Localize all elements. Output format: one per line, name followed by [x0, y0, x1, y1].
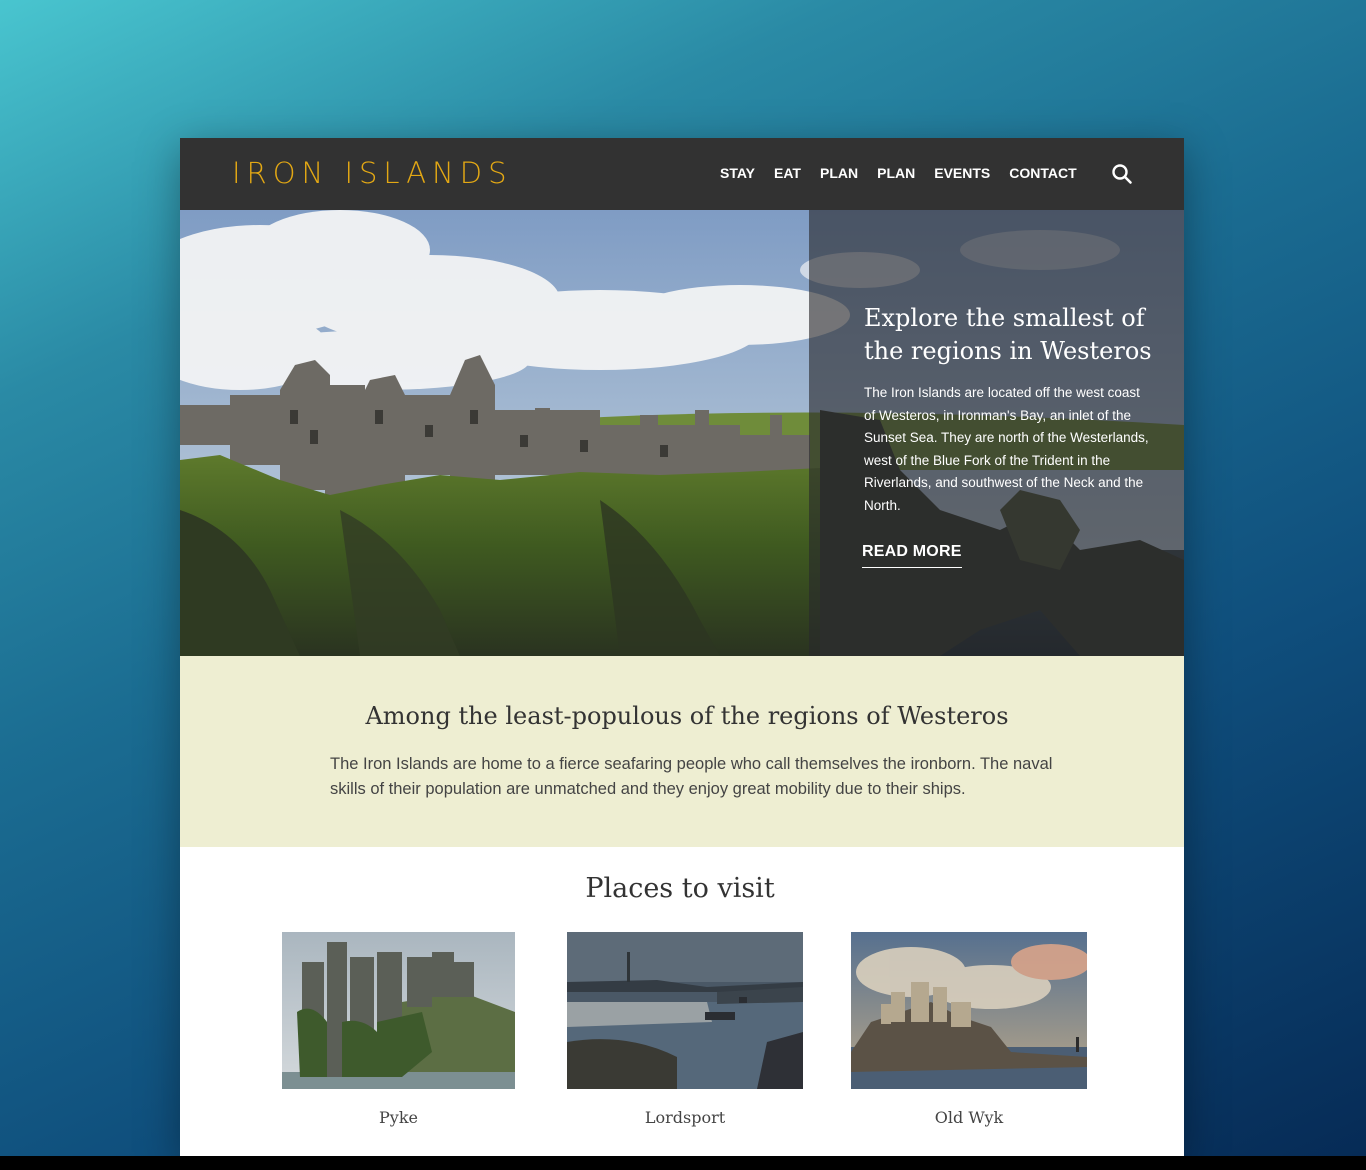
nav-item-contact[interactable]: CONTACT	[1009, 164, 1076, 182]
place-name: Lordsport	[644, 1108, 726, 1127]
bottom-bar	[0, 1156, 1366, 1170]
read-more-link[interactable]: READ MORE	[862, 543, 962, 568]
intro-text: The Iron Islands are home to a fierce se…	[330, 755, 1053, 798]
main-nav: STAY EAT PLAN PLAN EVENTS CONTACT	[720, 164, 1096, 182]
intro-section: Among the least-populous of the regions …	[180, 656, 1184, 847]
site-header: IRON ISLANDS STAY EAT PLAN PLAN EVENTS C…	[180, 138, 1184, 210]
nav-item-events[interactable]: EVENTS	[934, 164, 990, 182]
places-title: Places to visit	[585, 873, 775, 904]
hero-title: Explore the smallest of the regions in W…	[864, 304, 1152, 365]
site-logo[interactable]: IRON ISLANDS	[232, 156, 513, 190]
places-section: Places to visit Pyke Lordsport Old Wyk	[180, 847, 1184, 1156]
lordsport-image	[567, 932, 803, 1089]
nav-item-plan-2[interactable]: PLAN	[877, 164, 915, 182]
search-icon[interactable]	[1110, 162, 1134, 186]
hero-section: Explore the smallest of the regions in W…	[180, 210, 1184, 656]
intro-title: Among the least-populous of the regions …	[365, 702, 1009, 730]
place-card-pyke[interactable]: Pyke	[282, 932, 515, 1127]
pyke-image	[282, 932, 515, 1089]
old-wyk-image	[851, 932, 1087, 1089]
place-card-old-wyk[interactable]: Old Wyk	[851, 932, 1087, 1127]
hero-description: The Iron Islands are located off the wes…	[864, 385, 1149, 513]
website-mockup: IRON ISLANDS STAY EAT PLAN PLAN EVENTS C…	[180, 138, 1184, 1156]
nav-item-plan[interactable]: PLAN	[820, 164, 858, 182]
place-card-lordsport[interactable]: Lordsport	[567, 932, 803, 1127]
place-name: Old Wyk	[934, 1108, 1004, 1127]
nav-item-eat[interactable]: EAT	[774, 164, 801, 182]
place-name: Pyke	[379, 1108, 418, 1127]
nav-item-stay[interactable]: STAY	[720, 164, 755, 182]
